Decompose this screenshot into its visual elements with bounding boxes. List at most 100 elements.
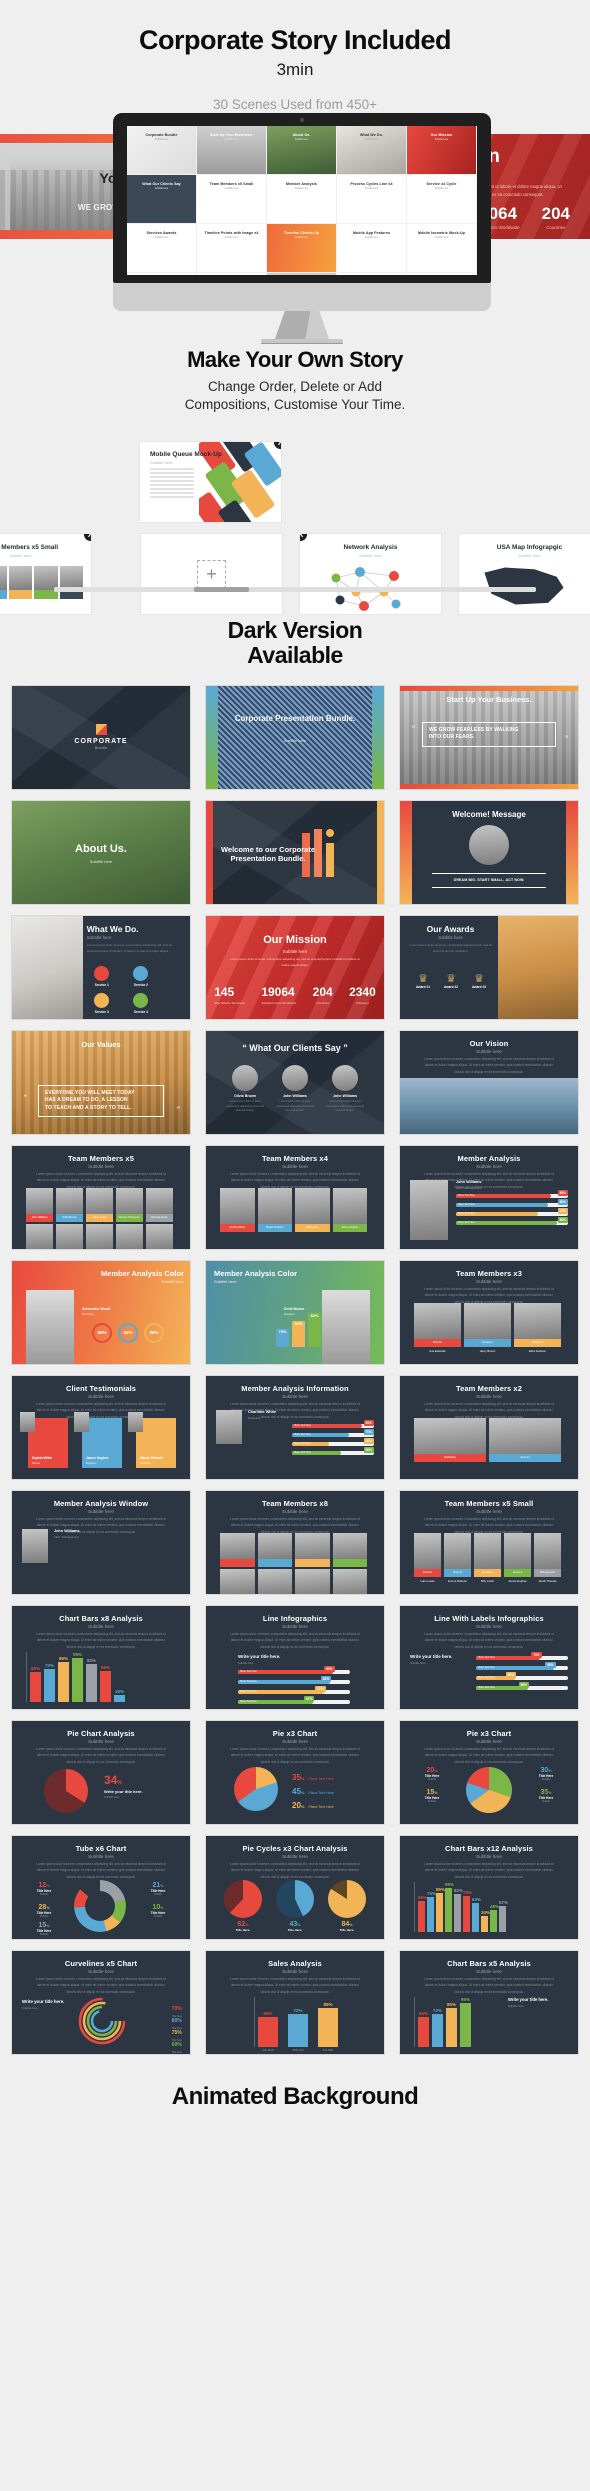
- chart-bar: [58, 1662, 69, 1702]
- dark-slide-thumbnail[interactable]: Client Testimonials Subtitle here Lorem ip…: [12, 1375, 190, 1479]
- person-role: Marketing: [82, 1312, 94, 1316]
- screen-thumbnail-title: Timeline Points with Image x4: [204, 231, 259, 235]
- bar-label: Place Text Here: [458, 1220, 475, 1224]
- dark-slide-thumbnail[interactable]: Start Up Your Business. WE GROW FEARLESS …: [400, 685, 578, 789]
- slide-body-text: Lorem ipsum dolor sit amet, consectetur …: [424, 1056, 554, 1074]
- chart-bar: [318, 2007, 338, 2047]
- bar-percent: 70%: [531, 1652, 542, 1659]
- person-name: Jacob Thomas: [538, 1578, 557, 1583]
- scene-card-network[interactable]: Network Analysis Subtitle here X: [300, 534, 441, 615]
- service-label: Service 4: [133, 1009, 148, 1014]
- legend-label: Title Here: [171, 2050, 182, 2054]
- avatar: [504, 1532, 531, 1569]
- screen-thumbnail: Process Cycles Line x4 Subtitle here: [337, 175, 407, 224]
- dark-slide-thumbnail[interactable]: “ What Our Clients Say ” Olivia Brown Lore…: [206, 1030, 384, 1134]
- slide-body-text: Lorem ipsum dolor sit amet, consectetur …: [424, 1861, 554, 1879]
- scene-card-usa-map[interactable]: USA Map Infograpgic Subtitle here: [459, 534, 590, 615]
- screen-thumbnail-subtitle: Subtitle here: [364, 187, 379, 190]
- bar-percent: 67%: [304, 1696, 315, 1703]
- dark-slide-thumbnail[interactable]: CORPORATE Bundle: [12, 685, 190, 789]
- screen-thumbnail: Start Up Your Business. Subtitle here: [197, 126, 267, 175]
- dark-slide-thumbnail[interactable]: Member Analysis Window Subtitle here Lorem…: [12, 1490, 190, 1594]
- chart-bar: [427, 1897, 434, 1932]
- dark-slide-thumbnail[interactable]: Our Awards Subtitle here Lorem ipsum dolor…: [400, 915, 578, 1019]
- slide-title: Client Testimonials: [65, 1383, 137, 1393]
- remove-scene-button[interactable]: X: [300, 534, 307, 542]
- dark-slide-thumbnail[interactable]: Team Members x2 Subtitle here Lorem ipsum …: [400, 1375, 578, 1479]
- dark-slide-thumbnail[interactable]: Line With Labels Infographics Subtitle he…: [400, 1605, 578, 1709]
- dark-slide-thumbnail[interactable]: Tube x6 Chart Subtitle here Lorem ipsum do…: [12, 1835, 190, 1939]
- pie-unit: %: [117, 1779, 122, 1786]
- slide-subtitle: Subtitle here: [476, 1508, 502, 1514]
- bar-track: Place Text Here 67%: [238, 1696, 350, 1704]
- slide-subtitle: Subtitle here: [89, 858, 113, 864]
- dark-slide-thumbnail[interactable]: Member Analysis Information Subtitle here…: [206, 1375, 384, 1479]
- dark-slide-thumbnail[interactable]: Chart Bars x5 Analysis Subtitle here Lorem…: [400, 1950, 578, 2054]
- member-badge: Designer: [464, 1338, 511, 1347]
- stat-number: 204: [312, 984, 333, 999]
- dark-slide-thumbnail[interactable]: Member Analysis Color Subtitle here Emili …: [206, 1260, 384, 1364]
- scene-card-placeholder[interactable]: +: [141, 534, 282, 615]
- slide-subtitle: Subtitle here: [88, 1508, 114, 1514]
- award-item: ♛ Award #2: [438, 972, 464, 989]
- screen-thumbnail-subtitle: Subtitle here: [364, 138, 379, 141]
- dark-slide-thumbnail[interactable]: Team Members x3 Subtitle here Lorem ipsum …: [400, 1260, 578, 1364]
- chart-lead-title: Write your title here.: [104, 1788, 143, 1794]
- dark-slide-thumbnail[interactable]: Team Members x8 Subtitle here Lorem ipsum …: [206, 1490, 384, 1594]
- chart-bar-value: 79%: [463, 1889, 473, 1895]
- screen-thumbnail-title: Member Analysis: [286, 182, 317, 186]
- dark-slide-thumbnail[interactable]: Pie x3 Chart Subtitle here Lorem ipsum dol…: [206, 1720, 384, 1824]
- chart-bar: [44, 1668, 55, 1702]
- dark-slide-thumbnail[interactable]: Pie Cycles x3 Chart Analysis Subtitle her…: [206, 1835, 384, 1939]
- dark-slide-thumbnail[interactable]: Chart Bars x12 Analysis Subtitle here Lore…: [400, 1835, 578, 1939]
- dark-slide-thumbnail[interactable]: Pie Chart Analysis Subtitle here Lorem ips…: [12, 1720, 190, 1824]
- stat-number: 145: [214, 984, 235, 999]
- dark-slide-thumbnail[interactable]: What We Do. Subtitle here Lorem ipsum dolo…: [12, 915, 190, 1019]
- scrollbar-thumb[interactable]: [194, 587, 249, 593]
- dark-slide-thumbnail[interactable]: Line Infographics Subtitle here Lorem ipsu…: [206, 1605, 384, 1709]
- dark-version-section: Dark Version Available CORPORATE Bundle Co…: [0, 592, 590, 2054]
- chart-bar-value: 66%: [100, 1665, 110, 1671]
- dark-slide-thumbnail[interactable]: Member Analysis Subtitle here Lorem ipsum …: [400, 1145, 578, 1249]
- dark-slide-thumbnail[interactable]: Welcome to our Corporate Presentation Bu…: [206, 800, 384, 904]
- dark-slide-thumbnail[interactable]: Team Members x5 Subtitle here Lorem ipsum …: [12, 1145, 190, 1249]
- dark-slide-thumbnail[interactable]: Member Analysis Color Subtitle here Alexan…: [12, 1260, 190, 1364]
- callout-subtitle: Subtitle: [428, 1777, 436, 1781]
- person-name: Alexander Wood: [82, 1306, 111, 1311]
- dark-slide-thumbnail[interactable]: Our Values EVERYONE YOU WILL MEET TODAY HA…: [12, 1030, 190, 1134]
- screen-thumbnail: Devices Mock-UpSubtitle here: [267, 273, 337, 275]
- person-name: Olivia Brown: [234, 1093, 256, 1098]
- chart-lead-title: Write your title here.: [410, 1653, 453, 1659]
- dark-slide-thumbnail[interactable]: Curvelines x5 Chart Subtitle here Lorem ip…: [12, 1950, 190, 2054]
- chart-bar-value: 15%: [114, 1688, 124, 1694]
- pie-value: 34%: [104, 1772, 122, 1787]
- dark-slide-thumbnail[interactable]: Pie x3 Chart Subtitle here Lorem ipsum dol…: [400, 1720, 578, 1824]
- dark-version-title: Dark Version Available: [0, 618, 590, 668]
- dark-slide-thumbnail[interactable]: Welcome! Message DREAM BIG. START SMALL. …: [400, 800, 578, 904]
- slide-body-text: Lorem ipsum dolor sit amet, consectetur …: [230, 956, 360, 967]
- member-badge: Designer: [474, 1568, 501, 1577]
- carousel-scrollbar[interactable]: [54, 587, 536, 593]
- screen-thumbnail-subtitle: Subtitle here: [154, 138, 169, 141]
- dark-slide-thumbnail[interactable]: Our Mission Subtitle here Lorem ipsum dolo…: [206, 915, 384, 1019]
- dark-slide-thumbnail[interactable]: Sales Analysis Subtitle here Lorem ipsum d…: [206, 1950, 384, 2054]
- screen-thumbnail: Timeline Clients Up Subtitle here: [267, 224, 337, 273]
- dark-slide-thumbnail[interactable]: Corporate Presentation Bundle. Subtitle h…: [206, 685, 384, 789]
- dark-slide-thumbnail[interactable]: Team Members x5 Small Subtitle here Lorem …: [400, 1490, 578, 1594]
- callout-value: 12%: [38, 1881, 50, 1889]
- quote-open-icon: “: [24, 1092, 27, 1103]
- scene-carousel[interactable]: Mobile Queue Mock-Up Subtitle here X Tea…: [0, 432, 590, 615]
- remove-scene-button[interactable]: X: [84, 534, 91, 542]
- dark-slide-thumbnail[interactable]: Chart Bars x8 Analysis Subtitle here Lorem…: [12, 1605, 190, 1709]
- stat-item: 2340 Followers: [349, 986, 376, 1005]
- dark-slide-thumbnail[interactable]: About Us. Subtitle here: [12, 800, 190, 904]
- slide-title: CORPORATE: [74, 737, 128, 745]
- dark-slide-thumbnail[interactable]: Team Members x4 Subtitle here Lorem ipsum …: [206, 1145, 384, 1249]
- dark-slide-thumbnail[interactable]: Our Vision Subtitle here Lorem ipsum dolor…: [400, 1030, 578, 1134]
- card-title: Network Analysis: [343, 544, 398, 552]
- add-scene-icon[interactable]: +: [197, 559, 226, 589]
- scene-card-team[interactable]: Team Members x5 Small Subtitle here X: [0, 534, 91, 615]
- dragged-scene-card[interactable]: Mobile Queue Mock-Up Subtitle here X: [140, 442, 281, 523]
- bar-label: Place Text Here: [478, 1655, 495, 1659]
- quote-box: WE GROW FEARLESS BY WALKING INTO OUR FEAR…: [422, 721, 556, 747]
